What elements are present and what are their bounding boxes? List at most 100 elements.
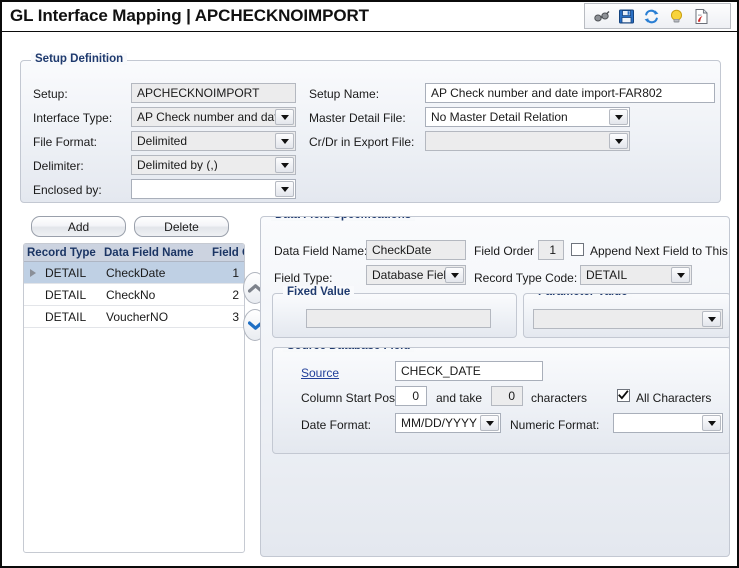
parameter-value-legend: Parameter Value	[534, 294, 632, 298]
page-title: GL Interface Mapping | APCHECKNOIMPORT	[10, 6, 369, 25]
field-order-label: Field Order	[474, 244, 535, 258]
field-type-select[interactable]: Database Field	[366, 265, 466, 285]
toolbar	[584, 3, 731, 29]
interface-type-label: Interface Type:	[33, 111, 113, 125]
source-database-field-group: Source Database Field Source CHECK_DATE …	[272, 347, 729, 454]
and-take-label: and take	[436, 391, 483, 405]
delete-button[interactable]: Delete	[134, 216, 229, 237]
field-type-value: Database Field	[372, 269, 445, 281]
grid-column-record-type[interactable]: Record Type	[24, 247, 104, 259]
enclosed-by-select[interactable]	[131, 179, 296, 199]
numeric-format-label: Numeric Format:	[510, 418, 600, 432]
fixed-value-input[interactable]	[306, 309, 491, 328]
date-format-select[interactable]: MM/DD/YYYY For	[395, 413, 501, 433]
field-order-input[interactable]: 1	[538, 240, 564, 260]
cell-data-field-name: CheckDate	[106, 265, 166, 280]
parameter-value-group: Parameter Value	[523, 293, 729, 338]
parameter-value-dropdown-button[interactable]	[702, 311, 721, 327]
chevron-down-icon	[485, 420, 494, 426]
data-field-specifications-legend: Data Field Specifications	[271, 217, 416, 221]
chevron-down-icon	[707, 420, 716, 426]
file-format-dropdown-button[interactable]	[275, 133, 294, 149]
data-field-specifications-group: Data Field Specifications Data Field Nam…	[260, 216, 730, 557]
column-start-position-label: Column Start Positio	[301, 391, 411, 405]
file-format-label: File Format:	[33, 135, 98, 149]
take-characters-input[interactable]: 0	[491, 386, 523, 406]
delimiter-dropdown-button[interactable]	[275, 157, 294, 173]
cell-field-order: 2	[232, 287, 239, 302]
field-type-dropdown-button[interactable]	[445, 267, 464, 283]
append-next-field-checkbox[interactable]	[571, 243, 584, 256]
field-type-label: Field Type:	[274, 271, 333, 285]
crdr-in-export-file-select[interactable]	[425, 131, 630, 151]
setup-name-input[interactable]: AP Check number and date import-FAR802	[425, 83, 715, 103]
date-format-value: MM/DD/YYYY For	[401, 417, 480, 429]
setup-name-label: Setup Name:	[309, 87, 380, 101]
master-detail-file-label: Master Detail File:	[309, 111, 406, 125]
source-link[interactable]: Source	[301, 366, 339, 380]
record-type-code-dropdown-button[interactable]	[671, 267, 690, 283]
row-selector-arrow-icon	[29, 268, 36, 277]
master-detail-file-value: No Master Detail Relation	[431, 111, 568, 123]
all-characters-label: All Characters	[636, 391, 712, 405]
chevron-down-icon	[280, 138, 289, 144]
master-detail-file-select[interactable]: No Master Detail Relation	[425, 107, 630, 127]
chevron-down-icon	[676, 272, 685, 278]
cell-record-type: DETAIL	[45, 287, 87, 302]
date-format-dropdown-button[interactable]	[480, 415, 499, 431]
grid-column-field-order[interactable]: Field Or	[212, 247, 244, 259]
chevron-down-icon	[614, 114, 623, 120]
window-titlebar: GL Interface Mapping | APCHECKNOIMPORT	[2, 2, 737, 32]
cell-record-type: DETAIL	[45, 265, 87, 280]
enclosed-by-label: Enclosed by:	[33, 183, 102, 197]
record-type-code-label: Record Type Code:	[474, 271, 578, 285]
parameter-value-select[interactable]	[533, 309, 723, 329]
cell-record-type: DETAIL	[45, 309, 87, 324]
record-type-code-value: DETAIL	[586, 269, 628, 281]
chevron-down-icon	[614, 138, 623, 144]
save-icon[interactable]	[618, 8, 635, 25]
checkmark-icon	[618, 390, 629, 400]
cell-field-order: 3	[232, 309, 239, 324]
crdr-in-export-file-label: Cr/Dr in Export File:	[309, 135, 415, 149]
setup-definition-group: Setup Definition Setup: Interface Type: …	[20, 53, 721, 203]
cell-field-order: 1	[232, 265, 239, 280]
source-database-field-legend: Source Database Field	[283, 348, 415, 352]
chevron-down-icon	[280, 162, 289, 168]
delimiter-select[interactable]: Delimited by (,)	[131, 155, 296, 175]
interface-type-select[interactable]: AP Check number and date i	[131, 107, 296, 127]
add-button[interactable]: Add	[31, 216, 126, 237]
lightbulb-icon[interactable]	[668, 8, 685, 25]
enclosed-by-dropdown-button[interactable]	[275, 181, 294, 197]
row-indicator	[24, 268, 41, 277]
setup-input[interactable]: APCHECKNOIMPORT	[131, 83, 296, 103]
master-detail-file-dropdown-button[interactable]	[609, 109, 628, 125]
characters-label: characters	[531, 391, 588, 405]
numeric-format-select[interactable]	[613, 413, 723, 433]
chevron-down-icon	[450, 272, 459, 278]
data-fields-grid[interactable]: Record Type Data Field Name Field Or DET…	[23, 243, 245, 553]
all-characters-checkbox[interactable]	[617, 389, 630, 402]
fixed-value-group: Fixed Value	[272, 286, 517, 338]
refresh-icon[interactable]	[643, 8, 660, 25]
grid-header-row: Record Type Data Field Name Field Or	[24, 244, 244, 262]
record-type-code-select[interactable]: DETAIL	[580, 265, 692, 285]
column-start-position-input[interactable]: 0	[395, 386, 427, 406]
table-row[interactable]: DETAIL VoucherNO 3	[24, 306, 244, 328]
source-input[interactable]: CHECK_DATE	[395, 361, 543, 381]
data-field-name-input[interactable]: CheckDate	[366, 240, 466, 260]
cell-data-field-name: VoucherNO	[106, 309, 169, 324]
table-row[interactable]: DETAIL CheckNo 2	[24, 284, 244, 306]
table-row[interactable]: DETAIL CheckDate 1	[24, 262, 244, 284]
gl-interface-mapping-window: GL Interface Mapping | APCHECKNOIMPORT S…	[0, 0, 739, 568]
grid-column-data-field-name[interactable]: Data Field Name	[104, 247, 212, 259]
file-format-select[interactable]: Delimited	[131, 131, 296, 151]
binoculars-icon[interactable]	[593, 8, 610, 25]
crdr-in-export-file-dropdown-button[interactable]	[609, 133, 628, 149]
setup-definition-legend: Setup Definition	[31, 53, 128, 65]
interface-type-dropdown-button[interactable]	[275, 109, 294, 125]
report-icon[interactable]	[693, 8, 710, 25]
numeric-format-dropdown-button[interactable]	[702, 415, 721, 431]
file-format-value: Delimited	[137, 135, 188, 147]
append-next-field-label: Append Next Field to This Fie	[590, 244, 729, 258]
